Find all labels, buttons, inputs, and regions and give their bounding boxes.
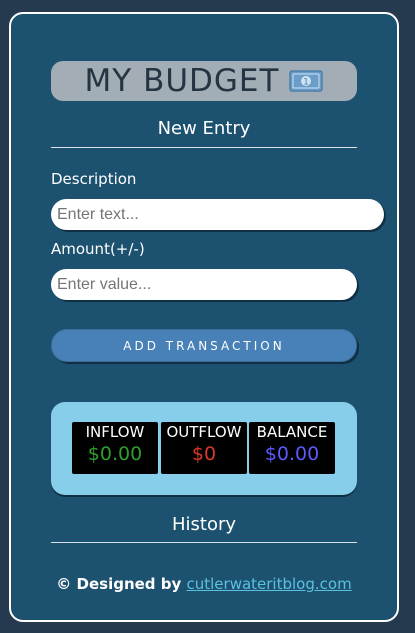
inflow-value: $0.00 (87, 443, 143, 465)
description-label: Description (51, 170, 137, 188)
footer-link[interactable]: cutlerwateritblog.com (187, 575, 352, 593)
balance-label: BALANCE (256, 423, 328, 441)
inflow-box: INFLOW $0.00 (72, 422, 158, 474)
add-transaction-button[interactable]: ADD TRANSACTION (51, 329, 357, 362)
history-divider (51, 542, 357, 543)
new-entry-divider (51, 147, 357, 148)
app-title-banner: MY BUDGET 1 (51, 61, 357, 101)
footer-prefix: © Designed by (56, 575, 187, 593)
outflow-box: OUTFLOW $0 (161, 422, 247, 474)
budget-card: MY BUDGET 1 New Entry Description Amount… (9, 12, 399, 622)
inflow-label: INFLOW (85, 423, 145, 441)
money-bill-icon: 1 (289, 70, 324, 92)
app-title: MY BUDGET (84, 63, 280, 99)
balance-box: BALANCE $0.00 (249, 422, 335, 474)
summary-panel: INFLOW $0.00 OUTFLOW $0 BALANCE $0.00 (51, 402, 357, 495)
history-heading: History (171, 514, 237, 535)
new-entry-heading: New Entry (157, 118, 251, 139)
description-input[interactable] (51, 199, 384, 230)
balance-value: $0.00 (264, 443, 320, 465)
outflow-label: OUTFLOW (166, 423, 242, 441)
svg-text:1: 1 (304, 78, 310, 88)
amount-input[interactable] (51, 269, 357, 300)
footer-credit: © Designed by cutlerwateritblog.com (51, 575, 357, 593)
outflow-value: $0 (191, 443, 217, 465)
amount-label: Amount(+/-) (51, 240, 145, 258)
